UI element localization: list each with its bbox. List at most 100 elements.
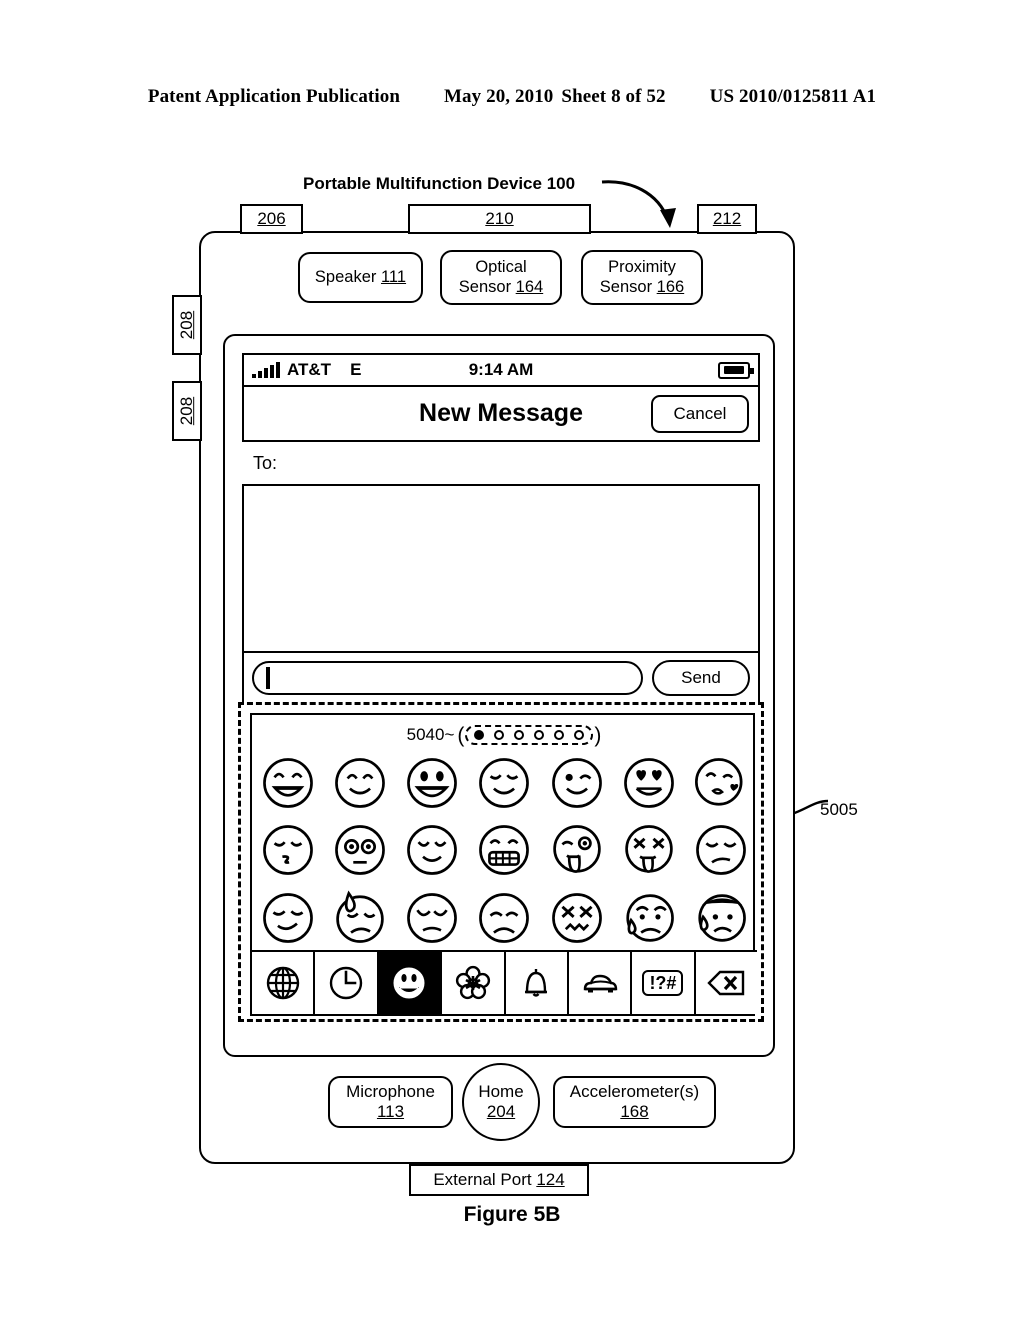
heart-eyes-emoji[interactable] — [621, 755, 677, 811]
speaker-ref: 111 — [380, 267, 407, 286]
accelerometer-label: Accelerometer(s) — [569, 1081, 700, 1101]
send-button[interactable]: Send — [652, 659, 750, 696]
callout-tab-208-lower-label: 208 — [177, 396, 196, 426]
page-dot-4[interactable] — [534, 730, 545, 740]
flushed-wide-eyes-emoji[interactable] — [332, 822, 388, 878]
callout-tab-206: 206 — [240, 204, 303, 234]
proximity-sensor-component: Proximity Sensor 166 — [581, 250, 703, 305]
optical-sensor-ref: 164 — [515, 277, 544, 296]
grimacing-teeth-emoji[interactable] — [476, 822, 532, 878]
speaker-component: Speaker 111 — [298, 252, 423, 303]
callout-tab-206-label: 206 — [257, 209, 286, 228]
kissing-whistle-emoji[interactable] — [260, 822, 316, 878]
microphone-component: Microphone 113 — [328, 1076, 453, 1128]
network-type-label: E — [350, 360, 362, 379]
delete-backspace-icon[interactable] — [695, 952, 757, 1014]
page-dot-6[interactable] — [574, 730, 585, 740]
microphone-label: Microphone — [346, 1081, 435, 1101]
symbols-icon-label: !?# — [642, 970, 684, 996]
external-port-label: External Port — [433, 1170, 532, 1189]
page-dots[interactable] — [465, 725, 594, 745]
worried-sweat-emoji[interactable] — [693, 890, 749, 946]
pensive-emoji[interactable] — [404, 890, 460, 946]
grinning-smiling-eyes-emoji[interactable] — [260, 755, 316, 811]
send-button-label: Send — [681, 667, 721, 687]
status-bar: AT&T E 9:14 AM — [242, 353, 760, 387]
winking-tongue-out-emoji[interactable] — [549, 822, 605, 878]
kissing-heart-emoji[interactable] — [693, 755, 749, 811]
callout-tab-208-lower: 208 — [172, 381, 202, 441]
touch-screen[interactable]: AT&T E 9:14 AM New Message Cancel To: Se… — [223, 334, 775, 1057]
smirking-emoji[interactable] — [260, 890, 316, 946]
compose-row: Send — [242, 653, 760, 704]
figure-caption: Figure 5B — [463, 1203, 561, 1226]
open-mouth-grin-emoji[interactable] — [404, 755, 460, 811]
callout-5005-label: 5005 — [820, 800, 858, 819]
sad-with-tear-emoji[interactable] — [621, 890, 677, 946]
page-dot-1[interactable] — [474, 730, 485, 740]
emoji-keyboard: 5040~ ( ) !?# — [250, 713, 757, 1016]
callout-tab-210: 210 — [408, 204, 591, 234]
callout-tab-210-label: 210 — [485, 209, 514, 228]
emoji-grid — [252, 749, 757, 952]
callout-tab-212: 212 — [697, 204, 757, 234]
home-button[interactable]: Home 204 — [462, 1063, 540, 1141]
callout-5040-label: 5040~ — [406, 725, 455, 744]
relieved-closed-eyes-emoji[interactable] — [404, 822, 460, 878]
publication-label: Patent Application Publication — [147, 86, 401, 107]
page-dot-2[interactable] — [494, 730, 505, 740]
confounded-emoji[interactable] — [549, 890, 605, 946]
slightly-frowning-emoji[interactable] — [476, 890, 532, 946]
speaker-label: Speaker — [314, 267, 377, 286]
emoji-keyboard-region: 5040~ ( ) !?# — [238, 702, 764, 1022]
message-input[interactable] — [252, 660, 643, 695]
external-port-ref: 124 — [536, 1170, 565, 1189]
optical-sensor-component: Optical Sensor 164 — [440, 250, 562, 305]
relaxed-upside-smile-emoji[interactable] — [476, 755, 532, 811]
globe-icon[interactable] — [252, 952, 316, 1014]
proximity-sensor-label-2: Sensor — [599, 277, 653, 296]
device-caption: Portable Multifunction Device 100 — [303, 174, 576, 193]
proximity-sensor-label-1: Proximity — [608, 258, 676, 277]
recipient-field-label[interactable]: To: — [253, 453, 277, 474]
carrier-label: AT&T — [287, 360, 332, 379]
callout-tab-208-upper-label: 208 — [177, 310, 196, 340]
page-dot-3[interactable] — [514, 730, 525, 740]
flower-icon[interactable] — [442, 952, 506, 1014]
publication-date: May 20, 2010 — [444, 86, 554, 107]
winking-emoji[interactable] — [549, 755, 605, 811]
message-list[interactable] — [242, 484, 760, 653]
home-button-label: Home — [478, 1081, 524, 1101]
squinting-tongue-out-emoji[interactable] — [621, 822, 677, 878]
sheet-number: Sheet 8 of 52 — [561, 86, 666, 107]
callout-tab-212-label: 212 — [712, 209, 742, 228]
brace-left-icon: ( — [457, 723, 465, 747]
patent-page-header: Patent Application Publication May 20, 2… — [0, 86, 1024, 108]
smiley-face-icon[interactable] — [378, 952, 443, 1014]
portable-multifunction-device: Speaker 111 Optical Sensor 164 Proximity… — [199, 231, 795, 1164]
symbols-icon[interactable]: !?# — [632, 952, 696, 1014]
accelerometer-ref: 168 — [620, 1102, 649, 1121]
cancel-button-label: Cancel — [673, 404, 727, 423]
emoji-page-indicator-row: 5040~ ( ) — [252, 721, 757, 749]
optical-sensor-label-2: Sensor — [458, 277, 512, 296]
bell-icon[interactable] — [505, 952, 569, 1014]
page-dot-5[interactable] — [554, 730, 565, 740]
emoji-category-bar: !?# — [252, 950, 757, 1014]
proximity-sensor-ref: 166 — [656, 277, 685, 296]
cancel-button[interactable]: Cancel — [651, 395, 749, 433]
slightly-smiling-emoji[interactable] — [332, 755, 388, 811]
sweat-drop-frown-emoji[interactable] — [332, 890, 388, 946]
signal-strength-icon — [252, 362, 280, 378]
car-icon[interactable] — [568, 952, 633, 1014]
patent-number: US 2010/0125811 A1 — [709, 86, 877, 107]
text-cursor — [266, 666, 270, 689]
caption-arrow-icon — [601, 180, 676, 228]
optical-sensor-label-1: Optical — [475, 258, 527, 277]
external-port-component: External Port 124 — [409, 1164, 589, 1196]
home-button-ref: 204 — [486, 1102, 516, 1121]
clock-icon[interactable] — [315, 952, 379, 1014]
brace-right-icon: ) — [594, 723, 602, 747]
unamused-emoji[interactable] — [693, 822, 749, 878]
callout-tab-208-upper: 208 — [172, 295, 202, 355]
